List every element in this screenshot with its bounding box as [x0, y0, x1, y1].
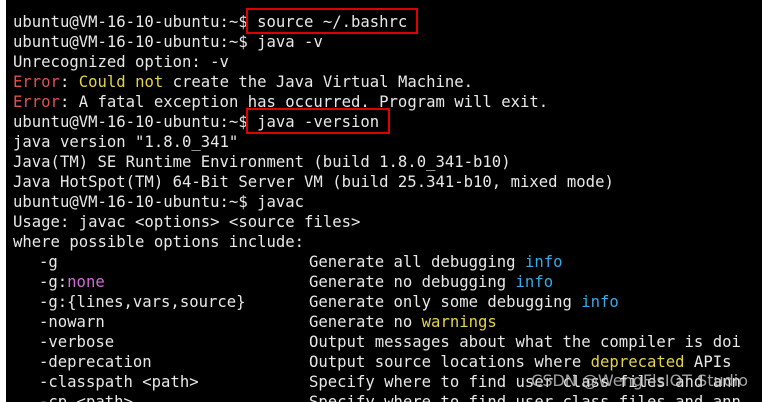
option-description: Generate all debugging info: [309, 252, 563, 272]
output-line: Java HotSpot(TM) 64-Bit Server VM (build…: [6, 172, 762, 192]
option-name: -verbose: [39, 332, 114, 352]
output-text: -deprecation: [39, 353, 152, 371]
terminal-output: ubuntu@VM-16-10-ubuntu:~$ source ~/.bash…: [6, 0, 762, 402]
option-row: -nowarn Generate no warnings: [6, 312, 762, 332]
output-text: -verbose: [39, 333, 115, 351]
option-name: -g: [39, 252, 58, 272]
output-text: Output messages about what the compiler …: [309, 333, 741, 351]
option-description: Generate no debugging info: [309, 272, 553, 292]
terminal-window[interactable]: ubuntu@VM-16-10-ubuntu:~$ source ~/.bash…: [6, 0, 762, 402]
output-text: deprecated: [590, 353, 685, 371]
output-text: Generate only some debugging: [309, 293, 582, 311]
output-line: Unrecognized option: -v: [6, 52, 762, 72]
highlight-box: [246, 8, 419, 34]
typed-command: javac: [257, 193, 305, 211]
shell-prompt: ubuntu@VM-16-10-ubuntu:~$: [13, 113, 258, 131]
output-text: none: [67, 273, 105, 291]
option-description: Generate only some debugging info: [309, 292, 619, 312]
output-text: Generate no: [309, 313, 422, 331]
output-text: info: [515, 273, 554, 291]
output-line: java version "1.8.0_341": [6, 132, 762, 152]
output-text: Generate no debugging: [309, 273, 516, 291]
output-text: -g: [39, 253, 58, 271]
output-line: Usage: javac <options> <source files>: [6, 212, 762, 232]
option-description: Output source locations where deprecated…: [309, 352, 732, 372]
watermark: CSDN @WengFlsIOT Studio: [531, 371, 748, 390]
command-line: ubuntu@VM-16-10-ubuntu:~$ java -v: [6, 32, 762, 52]
output-line: where possible options include:: [6, 232, 762, 252]
output-text: Java HotSpot(TM) 64-Bit Server VM (build…: [13, 173, 614, 191]
output-text: java version "1.8.0_341": [13, 133, 239, 151]
option-row: -verbose Output messages about what the c…: [6, 332, 762, 352]
command-line: ubuntu@VM-16-10-ubuntu:~$ javac: [6, 192, 762, 212]
option-row: -g Generate all debugging info: [6, 252, 762, 272]
output-text: warnings: [421, 313, 497, 331]
option-name: -deprecation: [39, 352, 152, 372]
output-text: :: [59, 73, 79, 91]
output-text: -g:{lines,vars,source}: [39, 293, 246, 311]
output-text: Usage: javac <options> <source files>: [13, 213, 361, 231]
shell-prompt: ubuntu@VM-16-10-ubuntu:~$: [13, 33, 258, 51]
option-row: -cp <path> Specify where to find user cla…: [6, 392, 762, 402]
output-text: -cp <path>: [39, 393, 133, 402]
output-text: info: [581, 293, 619, 311]
command-line: ubuntu@VM-16-10-ubuntu:~$ source ~/.bash…: [6, 8, 762, 34]
option-description: Output messages about what the compiler …: [309, 332, 741, 352]
shell-prompt: ubuntu@VM-16-10-ubuntu:~$: [13, 193, 258, 211]
option-description: Generate no warnings: [309, 312, 497, 332]
option-name: -g:none: [39, 272, 105, 292]
output-text: info: [524, 253, 563, 271]
output-line: Error: Could not create the Java Virtual…: [6, 72, 762, 92]
option-row: -g:none Generate no debugging info: [6, 272, 762, 292]
output-text: -classpath <path>: [39, 373, 199, 391]
output-text: where possible options include:: [13, 233, 305, 251]
output-text: Specify where to find user class files a…: [309, 393, 741, 402]
option-row: -g:{lines,vars,source} Generate only some…: [6, 292, 762, 312]
option-name: -nowarn: [39, 312, 105, 332]
shell-prompt: ubuntu@VM-16-10-ubuntu:~$: [13, 13, 258, 31]
option-row: -deprecation Output source locations wher…: [6, 352, 762, 372]
typed-command: java -v: [257, 33, 323, 51]
option-name: -classpath <path>: [39, 372, 199, 392]
option-name: -cp <path>: [39, 392, 133, 402]
output-text: Error: [13, 73, 60, 91]
highlight-box: [246, 108, 390, 134]
output-text: Could not: [78, 73, 164, 91]
output-text: APIs: [684, 353, 732, 371]
command-line: ubuntu@VM-16-10-ubuntu:~$ java -version: [6, 108, 762, 134]
output-text: Error: [13, 93, 60, 111]
output-text: Java(TM) SE Runtime Environment (build 1…: [13, 153, 511, 171]
output-text: Generate all debugging: [309, 253, 525, 271]
option-name: -g:{lines,vars,source}: [39, 292, 246, 312]
option-description: Specify where to find user class files a…: [309, 392, 741, 402]
output-text: -g:: [39, 273, 68, 291]
output-text: create the Java Virtual Machine.: [163, 73, 474, 91]
output-line: Java(TM) SE Runtime Environment (build 1…: [6, 152, 762, 172]
output-text: -nowarn: [39, 313, 105, 331]
output-text: Output source locations where: [309, 353, 591, 371]
output-text: Unrecognized option: -v: [13, 53, 229, 71]
